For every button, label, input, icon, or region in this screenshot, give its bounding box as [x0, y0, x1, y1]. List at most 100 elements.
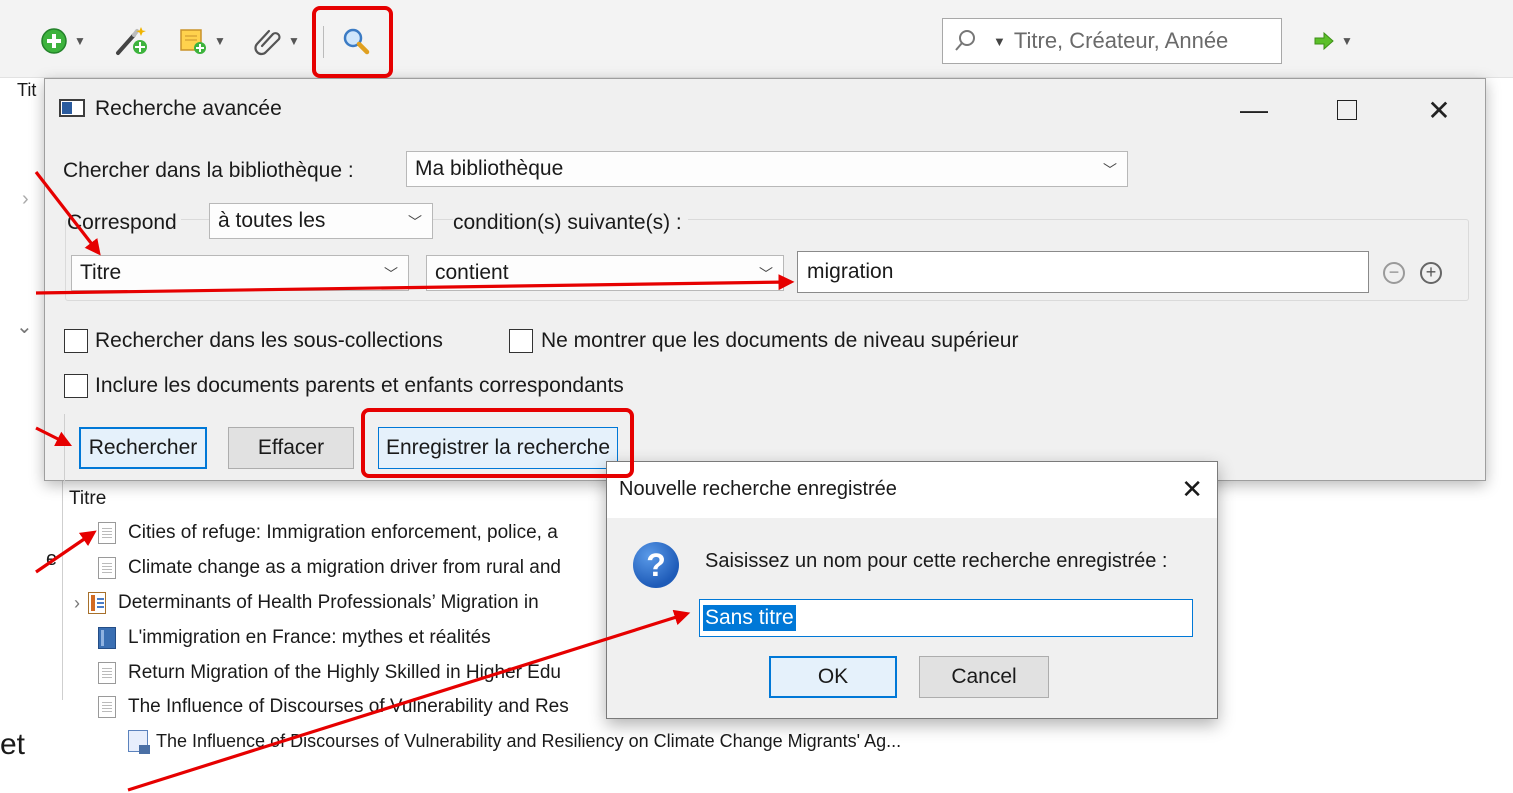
magic-wand-icon	[116, 27, 147, 55]
items-pane-border	[62, 470, 63, 700]
highlight-advanced-search	[312, 6, 393, 78]
dialog-title: Nouvelle recherche enregistrée	[619, 478, 897, 500]
document-icon	[98, 522, 116, 544]
pdf-attachment-icon	[128, 730, 150, 754]
chevron-down-icon: ▼	[288, 34, 300, 48]
list-item[interactable]: › Determinants of Health Professionals’ …	[74, 588, 539, 618]
clear-button-label: Effacer	[257, 436, 325, 459]
list-item[interactable]: The Influence of Discourses of Vulnerabi…	[98, 692, 569, 722]
left-fragment-e: e	[46, 548, 58, 570]
subcollections-label: Rechercher dans les sous-collections	[95, 329, 443, 352]
match-select[interactable]: à toutes les ﹀	[209, 203, 433, 239]
field-select-value: Titre	[80, 261, 122, 284]
add-attachment-button[interactable]: ▼	[254, 24, 300, 58]
chevron-right-icon[interactable]: ›	[74, 593, 80, 614]
ok-button-label: OK	[817, 665, 849, 688]
minimize-button[interactable]: —	[1231, 87, 1277, 133]
operator-select-value: contient	[435, 261, 509, 284]
match-label: Correspond	[67, 211, 181, 235]
plus-icon: +	[1425, 262, 1437, 282]
item-title: The Influence of Discourses of Vulnerabi…	[128, 696, 569, 717]
chevron-down-icon[interactable]: ⌄	[16, 314, 33, 339]
chevron-down-icon: ﹀	[408, 214, 422, 230]
top-level-checkbox[interactable]	[509, 329, 533, 353]
include-parents-label: Inclure les documents parents et enfants…	[95, 374, 624, 397]
library-select[interactable]: Ma bibliothèque ﹀	[406, 151, 1128, 187]
item-title: Cities of refuge: Immigration enforcemen…	[128, 522, 558, 543]
chevron-down-icon: ▼	[214, 34, 226, 48]
search-mode-icon[interactable]: ▼	[993, 34, 1006, 49]
minimize-icon: —	[1240, 94, 1268, 125]
quick-search-placeholder: Titre, Créateur, Année	[1013, 28, 1229, 53]
chevron-down-icon: ﹀	[384, 266, 398, 282]
question-icon: ?	[633, 542, 679, 588]
close-icon[interactable]: ✕	[1181, 474, 1203, 505]
save-search-dialog: Nouvelle recherche enregistrée ✕ ? Saisi…	[606, 461, 1218, 719]
search-icon	[955, 30, 975, 51]
search-button[interactable]: Rechercher	[79, 427, 207, 469]
subcollections-checkbox[interactable]	[64, 329, 88, 353]
arrow-to-results	[35, 530, 97, 574]
add-by-identifier-button[interactable]	[114, 24, 150, 58]
sync-arrow-icon	[1314, 31, 1334, 51]
include-parents-checkbox[interactable]	[64, 374, 88, 398]
new-item-icon	[41, 28, 67, 54]
attachment-icon	[254, 29, 281, 56]
list-item-attachment[interactable]: The Influence of Discourses of Vulnerabi…	[128, 726, 901, 756]
book-icon	[98, 627, 116, 649]
close-button[interactable]: ✕	[1416, 87, 1462, 133]
remove-condition-button[interactable]: −	[1383, 262, 1405, 284]
results-divider	[64, 414, 65, 484]
chevron-down-icon: ▼	[1341, 34, 1353, 48]
cancel-button[interactable]: Cancel	[919, 656, 1049, 698]
add-condition-button[interactable]: +	[1420, 262, 1442, 284]
ok-button[interactable]: OK	[769, 656, 897, 698]
chevron-down-icon: ﹀	[759, 266, 773, 282]
column-header-fragment: Tit	[17, 80, 37, 100]
match-select-value: à toutes les	[218, 209, 326, 232]
locate-button[interactable]: ▼	[1313, 24, 1353, 58]
library-select-value: Ma bibliothèque	[415, 157, 564, 180]
quick-search-input[interactable]: ▼ Titre, Créateur, Année	[942, 18, 1282, 64]
top-level-label: Ne montrer que les documents de niveau s…	[541, 329, 1019, 352]
list-item[interactable]: L'immigration en France: mythes et réali…	[98, 623, 491, 653]
advanced-search-window: Recherche avancée — ✕ Chercher dans la b…	[44, 78, 1486, 484]
chevron-down-icon: ▼	[74, 34, 86, 48]
condition-value-text: migration	[807, 260, 894, 283]
list-item[interactable]: Climate change as a migration driver fro…	[98, 553, 561, 583]
search-in-label: Chercher dans la bibliothèque :	[63, 159, 354, 182]
conditions-label: condition(s) suivante(s) :	[453, 211, 688, 235]
item-title: Climate change as a migration driver fro…	[128, 557, 561, 578]
list-item[interactable]: Return Migration of the Highly Skilled i…	[98, 658, 561, 688]
minus-icon: −	[1388, 262, 1400, 282]
operator-select[interactable]: contient ﹀	[426, 255, 784, 291]
chevron-down-icon: ﹀	[1103, 162, 1117, 178]
new-note-icon	[180, 29, 206, 54]
multi-doc-icon	[88, 592, 106, 614]
document-icon	[98, 557, 116, 579]
list-item[interactable]: Cities of refuge: Immigration enforcemen…	[98, 518, 558, 548]
clear-button[interactable]: Effacer	[228, 427, 354, 469]
condition-value-input[interactable]: migration	[797, 251, 1369, 293]
chevron-right-icon[interactable]: ›	[22, 188, 29, 211]
field-select[interactable]: Titre ﹀	[71, 255, 409, 291]
item-title: L'immigration en France: mythes et réali…	[128, 627, 491, 648]
cancel-button-label: Cancel	[951, 665, 1017, 688]
item-title: Return Migration of the Highly Skilled i…	[128, 662, 561, 683]
maximize-button[interactable]	[1324, 87, 1370, 133]
main-toolbar: ▼ ▼ ▼ ▼ Titre, Créateur, Année ▼	[0, 0, 1513, 78]
item-title: The Influence of Discourses of Vulnerabi…	[156, 730, 902, 751]
search-button-label: Rechercher	[88, 436, 198, 459]
search-name-value: Sans titre	[703, 605, 796, 631]
left-fragment-et: et	[0, 728, 26, 761]
close-icon: ✕	[1427, 94, 1451, 126]
dialog-prompt: Saisissez un nom pour cette recherche en…	[705, 550, 1168, 572]
highlight-save-search	[361, 408, 634, 478]
maximize-icon	[1337, 100, 1357, 120]
new-item-button[interactable]: ▼	[40, 24, 86, 58]
document-icon	[98, 662, 116, 684]
app-window-icon	[59, 99, 85, 117]
items-column-header[interactable]: Titre	[69, 488, 106, 510]
new-note-button[interactable]: ▼	[178, 24, 226, 58]
search-name-input[interactable]: Sans titre	[699, 599, 1193, 637]
